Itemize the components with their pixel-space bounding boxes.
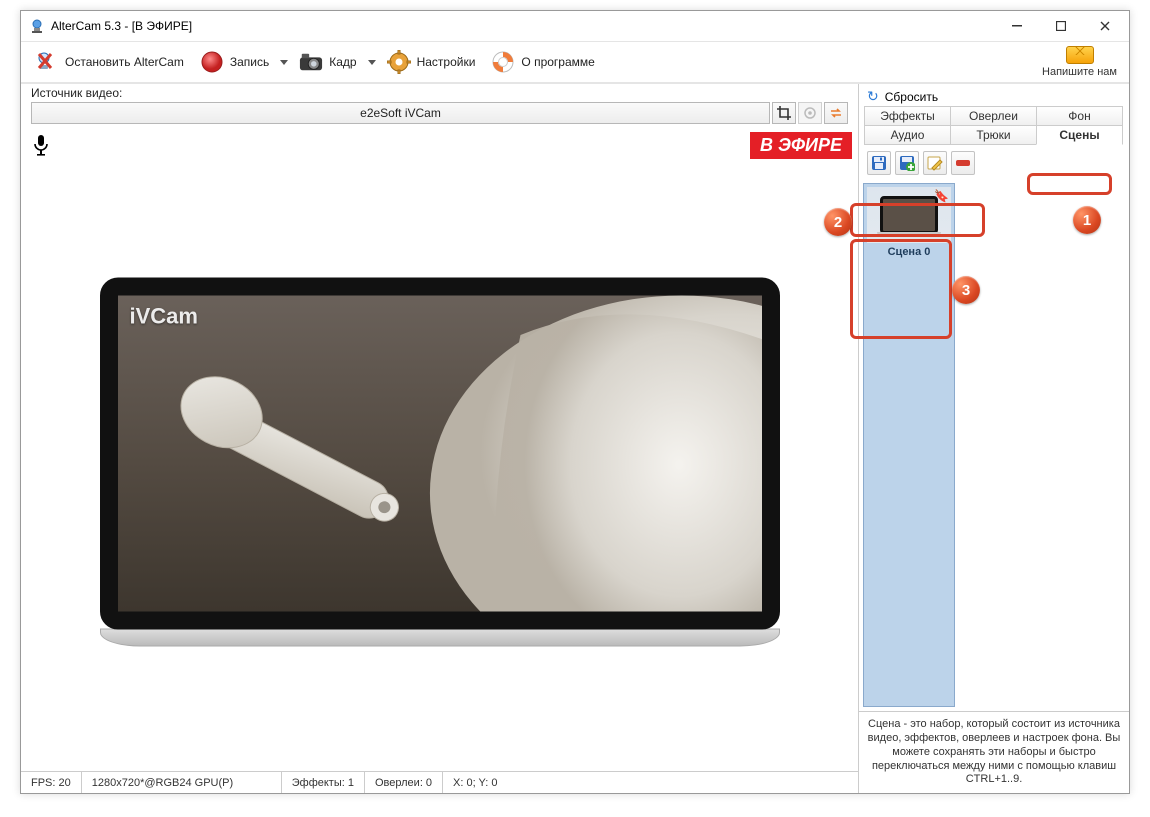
- app-window: AlterCam 5.3 - [В ЭФИРЕ] Остановить Alte…: [20, 10, 1130, 794]
- camera-icon: [299, 50, 323, 74]
- microphone-icon[interactable]: [33, 134, 49, 156]
- record-label: Запись: [230, 55, 269, 69]
- status-bar: FPS: 20 1280x720*@RGB24 GPU(P) Эффекты: …: [21, 771, 858, 793]
- source-settings-button[interactable]: [798, 102, 822, 124]
- left-panel: Источник видео: e2eSoft iVCam: [21, 84, 859, 793]
- scene-delete-button[interactable]: [951, 151, 975, 175]
- tab-background[interactable]: Фон: [1036, 106, 1123, 126]
- main-toolbar: Остановить AlterCam Запись Кадр Настройк…: [21, 41, 1129, 83]
- close-button[interactable]: [1083, 12, 1127, 40]
- laptop-graphic: iVCam: [100, 278, 780, 647]
- scene-add-button[interactable]: [895, 151, 919, 175]
- record-button[interactable]: Запись: [192, 44, 277, 80]
- record-dropdown[interactable]: [277, 44, 291, 80]
- write-us-label: Напишите нам: [1042, 66, 1117, 78]
- video-source-row: e2eSoft iVCam: [21, 102, 858, 128]
- add-icon: [899, 155, 915, 171]
- reset-button[interactable]: ↻ Сбросить: [859, 84, 1129, 107]
- tab-effects[interactable]: Эффекты: [864, 106, 951, 126]
- ivcam-watermark: iVCam: [130, 304, 198, 330]
- swap-devices-button[interactable]: [824, 102, 848, 124]
- edit-icon: [927, 155, 943, 171]
- titlebar: AlterCam 5.3 - [В ЭФИРЕ]: [21, 11, 1129, 41]
- status-fps: FPS: 20: [21, 772, 82, 793]
- status-effects: Эффекты: 1: [282, 772, 365, 793]
- stop-altercam-label: Остановить AlterCam: [65, 55, 184, 69]
- frame-label: Кадр: [329, 55, 356, 69]
- scene-name-label: Сцена 0: [888, 246, 931, 258]
- mail-icon: [1066, 46, 1094, 64]
- status-overlays: Оверлеи: 0: [365, 772, 443, 793]
- stop-icon: [35, 50, 59, 74]
- scene-edit-button[interactable]: [923, 151, 947, 175]
- gear-icon: [387, 50, 411, 74]
- tab-scenes[interactable]: Сцены: [1036, 125, 1123, 145]
- live-badge: В ЭФИРЕ: [750, 132, 852, 159]
- camera-feed: [118, 296, 762, 612]
- tab-audio[interactable]: Аудио: [864, 125, 951, 145]
- gear-small-icon: [803, 106, 817, 120]
- scene-item-0[interactable]: 🔖 Сцена 0: [863, 183, 955, 707]
- minimize-button[interactable]: [995, 12, 1039, 40]
- callout-badge-2: 2: [824, 208, 852, 236]
- callout-badge-1: 1: [1073, 206, 1101, 234]
- swap-icon: [829, 106, 843, 120]
- app-icon: [29, 18, 45, 34]
- video-source-select[interactable]: e2eSoft iVCam: [31, 102, 770, 124]
- scene-save-button[interactable]: [867, 151, 891, 175]
- settings-button[interactable]: Настройки: [379, 44, 484, 80]
- tab-tricks[interactable]: Трюки: [950, 125, 1037, 145]
- frame-button[interactable]: Кадр: [291, 44, 364, 80]
- scene-help-text: Сцена - это набор, который состоит из ис…: [859, 711, 1129, 793]
- callout-badge-3: 3: [952, 276, 980, 304]
- reset-label: Сбросить: [885, 90, 938, 104]
- maximize-button[interactable]: [1039, 12, 1083, 40]
- save-icon: [871, 155, 887, 171]
- video-source-label: Источник видео:: [21, 84, 858, 102]
- settings-label: Настройки: [417, 55, 476, 69]
- scene-thumbnail: 🔖: [867, 187, 951, 243]
- right-panel: ↻ Сбросить Эффекты Оверлеи Фон Аудио Трю…: [859, 84, 1129, 793]
- about-label: О программе: [521, 55, 594, 69]
- reset-icon: ↻: [867, 88, 879, 105]
- stop-altercam-button[interactable]: Остановить AlterCam: [27, 44, 192, 80]
- sidebar-tabs: Эффекты Оверлеи Фон Аудио Трюки Сцены: [859, 107, 1129, 145]
- crop-button[interactable]: [772, 102, 796, 124]
- record-icon: [200, 50, 224, 74]
- scene-toolbar: [859, 145, 1129, 179]
- lifebuoy-icon: [491, 50, 515, 74]
- delete-icon: [955, 158, 971, 168]
- tab-overlays[interactable]: Оверлеи: [950, 106, 1037, 126]
- app-body: Источник видео: e2eSoft iVCam: [21, 83, 1129, 793]
- status-xy: X: 0; Y: 0: [443, 772, 507, 793]
- crop-icon: [777, 106, 791, 120]
- preview-area: В ЭФИРЕ: [21, 128, 858, 771]
- video-source-value: e2eSoft iVCam: [360, 106, 441, 120]
- window-title: AlterCam 5.3 - [В ЭФИРЕ]: [51, 19, 995, 33]
- scenes-list: 🔖 Сцена 0: [859, 179, 1129, 711]
- status-mode: 1280x720*@RGB24 GPU(P): [82, 772, 282, 793]
- write-us-button[interactable]: Напишите нам: [1036, 44, 1123, 80]
- frame-dropdown[interactable]: [365, 44, 379, 80]
- about-button[interactable]: О программе: [483, 44, 602, 80]
